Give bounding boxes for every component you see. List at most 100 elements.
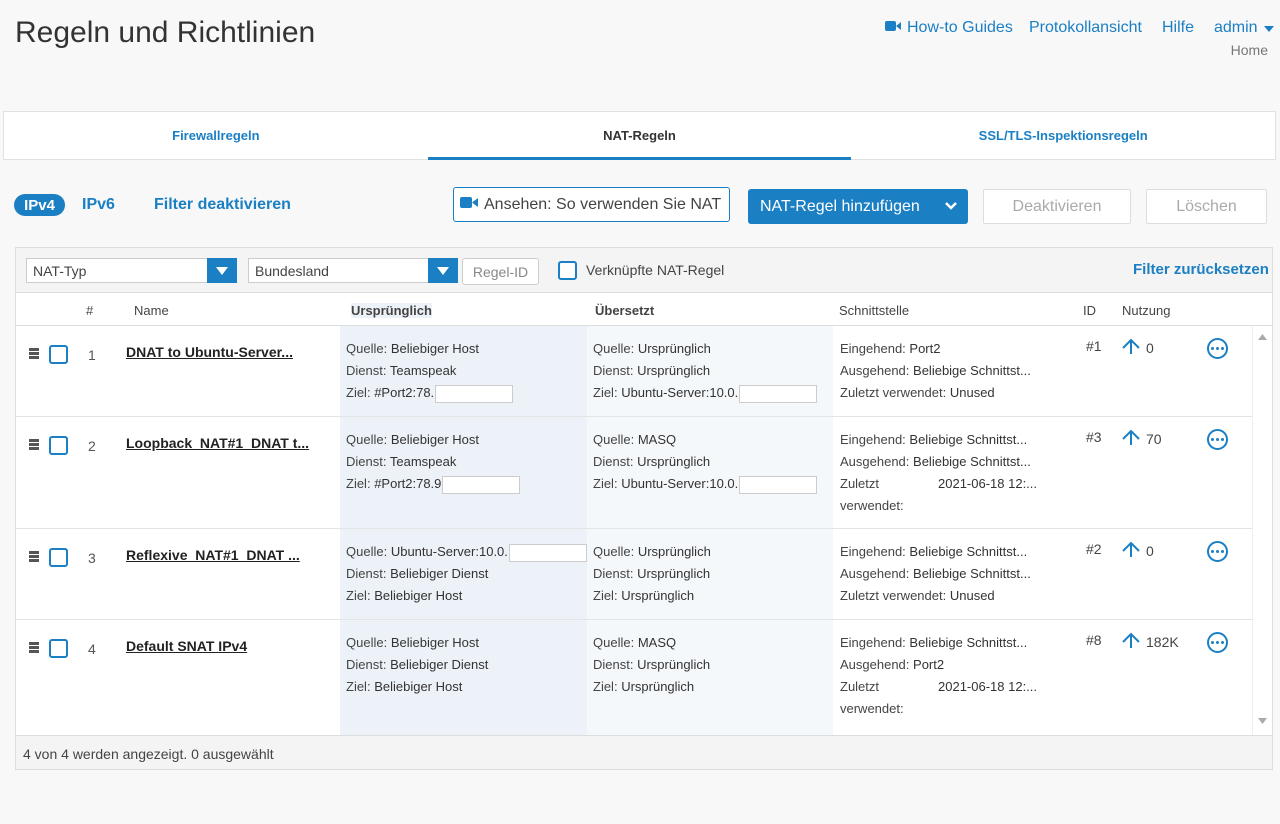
more-options-icon[interactable] xyxy=(1207,338,1228,359)
protocol-view-link[interactable]: Protokollansicht xyxy=(1029,19,1142,37)
usage-fork-icon xyxy=(1122,338,1140,357)
redaction-box xyxy=(435,384,514,403)
more-options-icon[interactable] xyxy=(1207,632,1228,653)
col-header-name[interactable]: Name xyxy=(134,303,169,318)
interface-cell: Eingehend: Beliebige Schnittst... Ausgeh… xyxy=(840,541,1031,607)
ipv6-toggle[interactable]: IPv6 xyxy=(82,196,115,214)
col-header-translated: Übersetzt xyxy=(595,303,655,318)
vertical-scrollbar[interactable] xyxy=(1252,326,1272,735)
row-checkbox[interactable] xyxy=(49,436,68,455)
filter-disable-link[interactable]: Filter deaktivieren xyxy=(154,196,291,214)
value: Beliebige Schnittst... xyxy=(913,454,1031,469)
label: Ausgehend: xyxy=(840,363,910,378)
col-header-id[interactable]: ID xyxy=(1083,303,1096,318)
col-header-num: # xyxy=(86,303,94,318)
usage-value: 0 xyxy=(1146,339,1154,356)
ipv4-toggle[interactable]: IPv4 xyxy=(14,194,65,216)
rule-id-input[interactable]: Regel-ID xyxy=(462,258,539,285)
rule-id: #2 xyxy=(1086,541,1102,557)
value: MASQ xyxy=(637,635,677,650)
rule-id: #8 xyxy=(1086,632,1102,648)
label: Ziel: xyxy=(593,385,618,400)
value: Port2 xyxy=(909,341,941,356)
more-options-icon[interactable] xyxy=(1207,541,1228,562)
rule-name-link[interactable]: Reflexive_NAT#1_DNAT ... xyxy=(126,547,300,563)
row-checkbox[interactable] xyxy=(49,548,68,567)
original-cell: Quelle: Beliebiger Host Dienst: Teamspea… xyxy=(346,429,521,495)
original-cell: Quelle: Beliebiger Host Dienst: Teamspea… xyxy=(346,338,514,404)
rule-name-link[interactable]: Loopback_NAT#1_DNAT t... xyxy=(126,435,309,451)
label: Quelle: xyxy=(346,341,388,356)
tab-firewall-rules[interactable]: Firewallregeln xyxy=(4,112,428,159)
value: #Port2:78.9 xyxy=(374,476,442,491)
watch-howto-label: Ansehen: So verwenden Sie NAT xyxy=(484,195,722,213)
value: Ubuntu-Server:10.0. xyxy=(621,476,739,491)
row-checkbox[interactable] xyxy=(49,345,68,364)
original-cell: Quelle: Ubuntu-Server:10.0. Dienst: Beli… xyxy=(346,541,587,607)
table-row[interactable]: ▬ ▬ ▬ 4 Default SNAT IPv4 Quelle: Beliebig… xyxy=(16,620,1252,735)
row-number: 2 xyxy=(88,438,96,454)
translated-cell: Quelle: MASQ Dienst: Ursprünglich Ziel: … xyxy=(593,429,818,495)
value: Beliebiger Dienst xyxy=(390,566,489,581)
chevron-down-icon xyxy=(207,258,237,283)
value: Unused xyxy=(949,588,995,603)
drag-handle-icon[interactable]: ▬ ▬ ▬ xyxy=(29,344,39,362)
value: Ursprünglich xyxy=(637,341,711,356)
state-value: Bundesland xyxy=(255,262,329,279)
page-title: Regeln und Richtlinien xyxy=(15,16,316,49)
tab-nat-rules[interactable]: NAT-Regeln xyxy=(427,112,852,160)
value: Beliebiger Host xyxy=(390,432,479,447)
label: Zuletzt xyxy=(840,679,880,694)
drag-handle-icon[interactable]: ▬ ▬ ▬ xyxy=(29,435,39,453)
rule-name-link[interactable]: DNAT to Ubuntu-Server... xyxy=(126,344,293,360)
more-options-icon[interactable] xyxy=(1207,429,1228,450)
user-menu[interactable]: admin xyxy=(1214,19,1274,37)
table-row[interactable]: ▬ ▬ ▬ 2 Loopback_NAT#1_DNAT t... Quelle: B… xyxy=(16,417,1252,529)
value: Unused xyxy=(949,385,995,400)
label: Quelle: xyxy=(593,635,635,650)
linked-nat-label: Verknüpfte NAT-Regel xyxy=(586,262,725,278)
row-checkbox[interactable] xyxy=(49,639,68,658)
video-camera-icon xyxy=(885,19,901,37)
tab-ssl-tls-rules[interactable]: SSL/TLS-Inspektionsregeln xyxy=(851,112,1275,159)
label: Dienst: xyxy=(593,454,634,469)
label: Zuletzt xyxy=(840,476,880,491)
linked-nat-checkbox[interactable] xyxy=(558,261,577,280)
reset-filter-link[interactable]: Filter zurücksetzen xyxy=(1133,261,1269,278)
usage-count: 70 xyxy=(1122,429,1162,448)
watch-howto-button[interactable]: Ansehen: So verwenden Sie NAT xyxy=(453,187,730,222)
drag-handle-icon[interactable]: ▬ ▬ ▬ xyxy=(29,638,39,656)
label: Ziel: xyxy=(593,476,618,491)
label: Ziel: xyxy=(593,588,618,603)
original-cell: Quelle: Beliebiger Host Dienst: Beliebig… xyxy=(346,632,488,698)
drag-handle-icon[interactable]: ▬ ▬ ▬ xyxy=(29,547,39,565)
usage-value: 182K xyxy=(1146,633,1179,650)
translated-cell: Quelle: MASQ Dienst: Ursprünglich Ziel: … xyxy=(593,632,710,698)
scroll-up-icon[interactable] xyxy=(1258,334,1267,340)
table-row[interactable]: ▬ ▬ ▬ 1 DNAT to Ubuntu-Server... Quelle: B… xyxy=(16,326,1252,417)
help-link[interactable]: Hilfe xyxy=(1162,19,1194,37)
delete-button[interactable]: Löschen xyxy=(1146,189,1267,224)
value: Beliebige Schnittst... xyxy=(909,432,1028,447)
label: Quelle: xyxy=(346,635,388,650)
add-nat-rule-button[interactable]: NAT-Regel hinzufügen xyxy=(748,189,968,224)
usage-fork-icon xyxy=(1122,429,1140,448)
redaction-box xyxy=(442,475,521,494)
howto-guides-link[interactable]: How-to Guides xyxy=(885,19,1013,37)
table-row[interactable]: ▬ ▬ ▬ 3 Reflexive_NAT#1_DNAT ... Quelle: U… xyxy=(16,529,1252,620)
nat-type-select[interactable]: NAT-Typ xyxy=(26,258,237,283)
usage-count: 182K xyxy=(1122,632,1179,651)
row-number: 4 xyxy=(88,641,96,657)
scroll-down-icon[interactable] xyxy=(1258,718,1267,724)
state-select[interactable]: Bundesland xyxy=(248,258,458,283)
label: Dienst: xyxy=(346,454,387,469)
disable-button[interactable]: Deaktivieren xyxy=(983,189,1131,224)
translated-cell: Quelle: Ursprünglich Dienst: Ursprünglic… xyxy=(593,541,711,607)
col-header-usage[interactable]: Nutzung xyxy=(1122,303,1170,318)
rule-name-link[interactable]: Default SNAT IPv4 xyxy=(126,638,247,654)
value: Ursprünglich xyxy=(637,454,711,469)
breadcrumb-home[interactable]: Home xyxy=(1231,42,1268,58)
value: Ubuntu-Server:10.0. xyxy=(621,385,739,400)
chevron-down-icon[interactable] xyxy=(944,199,958,218)
value: Beliebiger Host xyxy=(390,341,479,356)
